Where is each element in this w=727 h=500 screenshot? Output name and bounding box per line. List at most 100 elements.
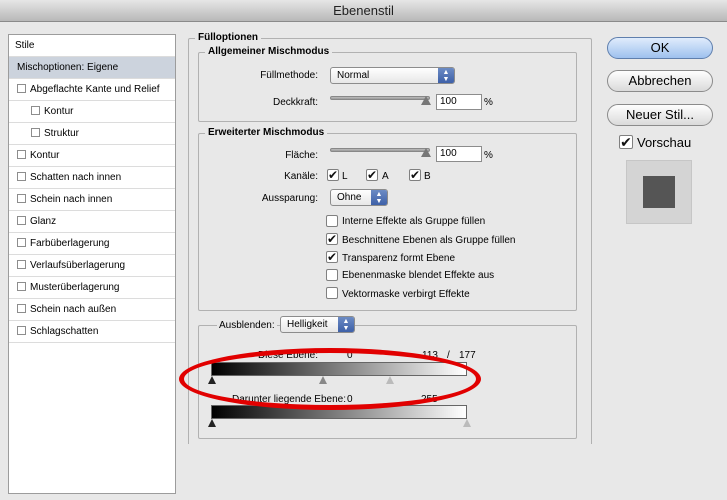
preview-checkbox[interactable]: ✔ <box>619 135 633 149</box>
channel-a-checkbox[interactable]: ✔ <box>366 169 378 181</box>
style-list-item-label: Verlaufsüberlagerung <box>30 260 126 271</box>
style-list-item[interactable]: Kontur <box>9 101 175 123</box>
blend-if-value: Helligkeit <box>287 319 328 330</box>
opacity-unit: % <box>484 97 493 108</box>
style-checkbox[interactable] <box>17 304 26 313</box>
this-layer-label: Diese Ebene: <box>257 350 318 361</box>
style-checkbox[interactable] <box>17 216 26 225</box>
option-clipped-layers-label: Beschnittene Ebenen als Gruppe füllen <box>342 235 516 246</box>
advanced-blending-title: Erweiterter Mischmodus <box>205 127 328 138</box>
blend-if-label: Ausblenden: <box>217 320 277 331</box>
opacity-input[interactable]: 100 <box>436 94 482 110</box>
style-list-header-label: Stile <box>15 40 35 51</box>
option-layer-mask-checkbox[interactable] <box>326 269 338 281</box>
window-title-bar: Ebenenstil <box>0 0 727 22</box>
style-checkbox[interactable] <box>17 172 26 181</box>
channel-l-checkbox[interactable]: ✔ <box>327 169 339 181</box>
general-blending-group: Allgemeiner Mischmodus <box>198 46 577 122</box>
style-list-item[interactable]: Kontur <box>9 145 175 167</box>
select-arrows-icon: ▲ ▼ <box>338 317 354 332</box>
style-list-header[interactable]: Stile <box>9 35 175 57</box>
fill-opacity-slider-thumb[interactable] <box>421 148 431 157</box>
this-layer-black-value: 0 <box>347 350 353 361</box>
channels-label: Kanäle: <box>284 171 318 182</box>
blend-mode-select[interactable]: Normal ▲ ▼ <box>330 67 455 84</box>
style-list-item-label: Abgeflachte Kante und Relief <box>30 84 160 95</box>
check-icon: ✔ <box>620 134 632 150</box>
knockout-label: Aussparung: <box>261 193 318 204</box>
style-list-item[interactable]: Schein nach innen <box>9 189 175 211</box>
this-layer-white-slider-right[interactable] <box>386 376 394 384</box>
channel-a-label: A <box>382 171 389 182</box>
option-layer-mask-label: Ebenenmaske blendet Effekte aus <box>342 270 495 281</box>
style-list-item[interactable]: Abgeflachte Kante und Relief <box>9 79 175 101</box>
fill-opacity-slider-track[interactable] <box>330 148 430 152</box>
opacity-slider-track[interactable] <box>330 96 430 100</box>
style-checkbox[interactable] <box>17 194 26 203</box>
style-list-item[interactable]: Musterüberlagerung <box>9 277 175 299</box>
select-arrows-icon: ▲ ▼ <box>438 68 454 83</box>
underlying-layer-white-slider[interactable] <box>463 419 471 427</box>
style-list-item-label: Glanz <box>30 216 57 227</box>
option-transparency-shapes-label: Transparenz formt Ebene <box>342 253 456 264</box>
style-checkbox[interactable] <box>31 128 40 137</box>
style-list-item-label: Musterüberlagerung <box>30 282 120 293</box>
this-layer-white-high-value: 177 <box>459 350 476 361</box>
cancel-button[interactable]: Abbrechen <box>607 70 713 92</box>
fill-opacity-input[interactable]: 100 <box>436 146 482 162</box>
check-icon: ✔ <box>367 168 378 182</box>
this-layer-gradient <box>211 362 467 376</box>
opacity-slider-thumb[interactable] <box>421 96 431 105</box>
option-transparency-shapes-checkbox[interactable]: ✔ <box>326 251 338 263</box>
check-icon: ✔ <box>410 168 421 182</box>
underlying-layer-black-slider[interactable] <box>208 419 216 427</box>
select-arrows-icon: ▲ ▼ <box>371 190 387 205</box>
style-list-item[interactable]: Schlagschatten <box>9 321 175 343</box>
option-vector-mask-label: Vektormaske verbirgt Effekte <box>342 289 470 300</box>
preview-swatch <box>643 176 675 208</box>
style-list-item[interactable]: Schatten nach innen <box>9 167 175 189</box>
style-list-item[interactable]: Farbüberlagerung <box>9 233 175 255</box>
style-list-item-label: Schein nach außen <box>30 304 117 315</box>
underlying-layer-white-value: 255 <box>421 394 438 405</box>
style-checkbox[interactable] <box>31 106 40 115</box>
channel-b-label: B <box>424 171 431 182</box>
blend-if-select[interactable]: Helligkeit ▲ ▼ <box>280 316 355 333</box>
style-list-item-label: Farbüberlagerung <box>30 238 110 249</box>
check-icon: ✔ <box>327 250 338 264</box>
option-internal-effects-checkbox[interactable] <box>326 215 338 227</box>
new-style-button[interactable]: Neuer Stil... <box>607 104 713 126</box>
knockout-value: Ohne <box>337 192 362 203</box>
channel-l-label: L <box>342 171 348 182</box>
style-list-item[interactable]: Glanz <box>9 211 175 233</box>
style-list-item-label: Schatten nach innen <box>30 172 122 183</box>
style-list-item-label: Schlagschatten <box>30 326 99 337</box>
style-checkbox[interactable] <box>17 84 26 93</box>
style-list-item-label: Kontur <box>30 150 60 161</box>
check-icon: ✔ <box>327 232 338 246</box>
style-list-item[interactable]: Schein nach außen <box>9 299 175 321</box>
option-clipped-layers-checkbox[interactable]: ✔ <box>326 233 338 245</box>
this-layer-white-slider-left[interactable] <box>319 376 327 384</box>
channel-b-checkbox[interactable]: ✔ <box>409 169 421 181</box>
knockout-select[interactable]: Ohne ▲ ▼ <box>330 189 388 206</box>
style-checkbox[interactable] <box>17 150 26 159</box>
style-list-item-label: Mischoptionen: Eigene <box>17 62 119 73</box>
style-list-item[interactable]: Struktur <box>9 123 175 145</box>
style-checkbox[interactable] <box>17 260 26 269</box>
style-list: Stile Mischoptionen: Eigene Abgeflachte K… <box>8 34 176 494</box>
style-list-item-label: Kontur <box>44 106 74 117</box>
fill-opacity-unit: % <box>484 150 493 161</box>
ok-button[interactable]: OK <box>607 37 713 59</box>
underlying-layer-black-value: 0 <box>347 394 353 405</box>
style-list-item[interactable]: Verlaufsüberlagerung <box>9 255 175 277</box>
style-checkbox[interactable] <box>17 326 26 335</box>
preview-thumbnail <box>626 160 692 224</box>
this-layer-black-slider[interactable] <box>208 376 216 384</box>
option-vector-mask-checkbox[interactable] <box>326 287 338 299</box>
underlying-layer-gradient <box>211 405 467 419</box>
general-blending-title: Allgemeiner Mischmodus <box>205 46 333 57</box>
style-list-item[interactable]: Mischoptionen: Eigene <box>9 57 175 79</box>
style-checkbox[interactable] <box>17 238 26 247</box>
style-checkbox[interactable] <box>17 282 26 291</box>
